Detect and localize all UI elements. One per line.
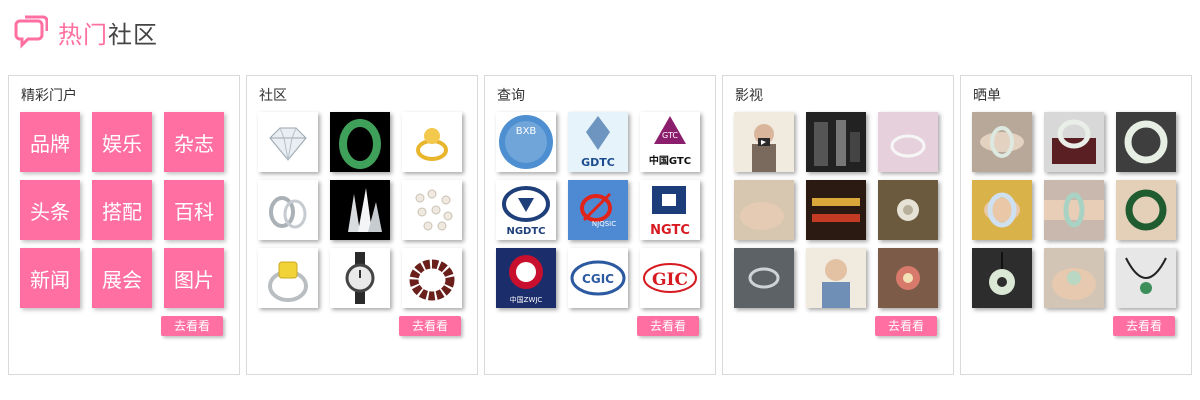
logo-text: BXB bbox=[516, 126, 537, 137]
fashion-show-thumbnail[interactable] bbox=[806, 112, 866, 172]
category-tile-news[interactable]: 新闻 bbox=[20, 248, 80, 308]
category-tile-matching[interactable]: 搭配 bbox=[92, 180, 152, 240]
silver-rings-image[interactable] bbox=[258, 180, 318, 240]
chat-bubble-icon bbox=[14, 15, 49, 49]
flower-ring-thumbnail[interactable] bbox=[878, 248, 938, 308]
bangle-box-photo[interactable] bbox=[1044, 112, 1104, 172]
category-tile-magazine[interactable]: 杂志 bbox=[164, 112, 224, 172]
wristwatch-image[interactable] bbox=[330, 248, 390, 308]
panel-title: 社区 bbox=[259, 88, 287, 104]
gdtc-logo[interactable]: GDTC bbox=[568, 112, 628, 172]
panel-title: 晒单 bbox=[973, 88, 1001, 104]
category-tile-headlines[interactable]: 头条 bbox=[20, 180, 80, 240]
title-rest: 社区 bbox=[108, 20, 158, 49]
green-bangle-photo[interactable] bbox=[1116, 180, 1176, 240]
go-see-button[interactable]: 去看看 bbox=[637, 316, 699, 336]
gold-ring-image[interactable] bbox=[402, 112, 462, 172]
model-photo-thumbnail[interactable] bbox=[734, 112, 794, 172]
bangle-on-wrist-photo[interactable] bbox=[972, 180, 1032, 240]
image-grid bbox=[258, 112, 462, 308]
title-accent: 热门 bbox=[58, 20, 108, 49]
smiling-woman-thumbnail[interactable] bbox=[806, 248, 866, 308]
panel-title: 影视 bbox=[735, 88, 763, 104]
yellow-diamond-ring-image[interactable] bbox=[258, 248, 318, 308]
ngtc-logo[interactable]: NGTC bbox=[640, 180, 700, 240]
go-see-button[interactable]: 去看看 bbox=[161, 316, 223, 336]
section-header: 热门社区 bbox=[14, 12, 158, 52]
pearls-image[interactable] bbox=[402, 180, 462, 240]
logo-text: GTC bbox=[662, 131, 678, 140]
njqsic-logo[interactable]: NJQSIC bbox=[568, 180, 628, 240]
ngdtc-logo[interactable]: NGDTC bbox=[496, 180, 556, 240]
arm-bangle-photo[interactable] bbox=[1044, 180, 1104, 240]
jewelry-store-thumbnail[interactable] bbox=[806, 180, 866, 240]
category-tile-exhibition[interactable]: 展会 bbox=[92, 248, 152, 308]
panel-title: 精彩门户 bbox=[21, 88, 77, 104]
bead-bracelet-image[interactable] bbox=[402, 248, 462, 308]
panel-video: 影视 去看看 bbox=[722, 75, 954, 375]
dark-ring-thumbnail[interactable] bbox=[734, 248, 794, 308]
hand-pendant-photo[interactable] bbox=[1044, 248, 1104, 308]
image-grid bbox=[734, 112, 938, 308]
diamond-image[interactable] bbox=[258, 112, 318, 172]
panel-inquiry: 查询 BXB GDTC GTC 中国GTC NGDTC NJQSIC NGTC bbox=[484, 75, 716, 375]
logo-grid: BXB GDTC GTC 中国GTC NGDTC NJQSIC NGTC 中国Z… bbox=[496, 112, 700, 308]
jade-bangle-image[interactable] bbox=[330, 112, 390, 172]
panel-title: 查询 bbox=[497, 88, 525, 104]
go-see-button[interactable]: 去看看 bbox=[399, 316, 461, 336]
jade-pendant-photo[interactable] bbox=[972, 248, 1032, 308]
logo-text: 中国GTC bbox=[649, 154, 691, 167]
china-gtc-logo[interactable]: GTC 中国GTC bbox=[640, 112, 700, 172]
category-tile-pictures[interactable]: 图片 bbox=[164, 248, 224, 308]
logo-text: 中国ZWJC bbox=[510, 295, 543, 304]
crystal-cluster-image[interactable] bbox=[330, 180, 390, 240]
white-jade-bangle-photo[interactable] bbox=[1116, 112, 1176, 172]
panel-community: 社区 去看看 bbox=[246, 75, 478, 375]
cgic-logo[interactable]: CGIC bbox=[568, 248, 628, 308]
category-tile-encyclopedia[interactable]: 百科 bbox=[164, 180, 224, 240]
hand-closeup-thumbnail[interactable] bbox=[734, 180, 794, 240]
category-grid: 品牌 娱乐 杂志 头条 搭配 百科 新闻 展会 图片 bbox=[20, 112, 224, 308]
page-title: 热门社区 bbox=[58, 15, 158, 50]
bxb-logo[interactable]: BXB bbox=[496, 112, 556, 172]
category-tile-entertainment[interactable]: 娱乐 bbox=[92, 112, 152, 172]
category-tile-brand[interactable]: 品牌 bbox=[20, 112, 80, 172]
logo-text: NJQSIC bbox=[592, 220, 616, 228]
wrist-bangle-photo[interactable] bbox=[972, 112, 1032, 172]
logo-text: NGTC bbox=[650, 223, 690, 238]
zwjc-logo[interactable]: 中国ZWJC bbox=[496, 248, 556, 308]
gic-logo[interactable]: GIC bbox=[640, 248, 700, 308]
go-see-button[interactable]: 去看看 bbox=[1113, 316, 1175, 336]
ring-closeup-thumbnail[interactable] bbox=[878, 112, 938, 172]
logo-text: CGIC bbox=[582, 272, 614, 286]
logo-text: GIC bbox=[652, 270, 688, 290]
logo-text: NGDTC bbox=[506, 226, 545, 237]
panel-showcase: 晒单 去看看 bbox=[960, 75, 1192, 375]
necklace-photo[interactable] bbox=[1116, 248, 1176, 308]
image-grid bbox=[972, 112, 1176, 308]
brooch-thumbnail[interactable] bbox=[878, 180, 938, 240]
panel-portal: 精彩门户 品牌 娱乐 杂志 头条 搭配 百科 新闻 展会 图片 去看看 bbox=[8, 75, 240, 375]
go-see-button[interactable]: 去看看 bbox=[875, 316, 937, 336]
logo-text: GDTC bbox=[581, 156, 615, 169]
